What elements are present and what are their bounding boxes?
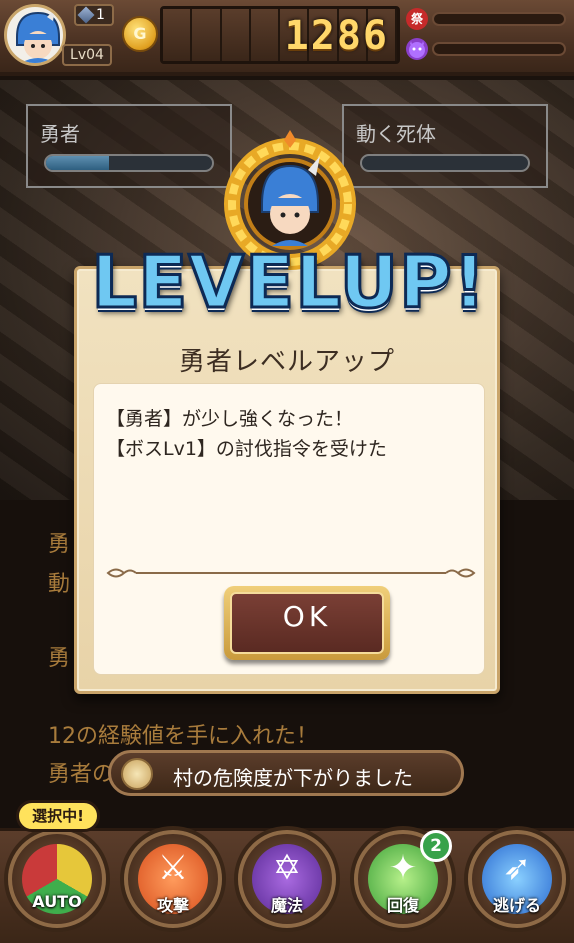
counter-slot (250, 9, 280, 61)
hero-hp-bar (44, 154, 214, 172)
gem-counter: 1 (74, 4, 114, 26)
hero-status-panel: 勇者 (26, 104, 232, 188)
gold-coin-icon: G (122, 16, 158, 52)
counter-slot (221, 9, 251, 61)
heal-label: 回復 (386, 896, 419, 915)
festival-meter: 祭 (406, 8, 568, 30)
gold-counter: 1286 (160, 6, 400, 64)
attack-button[interactable]: ⚔ 攻撃 (124, 830, 222, 928)
selected-tag: 選択中! (16, 800, 100, 832)
festival-icon: 祭 (406, 8, 428, 30)
status-bar: 1 Lv04 G 1286 祭 (0, 0, 574, 76)
demon-meter (406, 38, 568, 60)
dialog-title: 勇者レベルアップ (178, 347, 395, 377)
toast-text: 村の危険度が下がりました (173, 766, 413, 790)
log-line: 勇 (48, 646, 71, 671)
enemy-status-panel: 動く死体 (342, 104, 548, 188)
gold-amount: 1286 (284, 13, 389, 59)
demon-bar (432, 42, 566, 56)
crossed-swords-icon: ⚔ (157, 848, 189, 888)
notification-toast: 村の危険度が下がりました (108, 750, 464, 796)
log-line: 勇 (48, 532, 71, 557)
hero-avatar-icon (16, 9, 60, 63)
levelup-message: 【勇者】が少し強くなった！ (106, 408, 354, 430)
hero-hp-fill (46, 156, 110, 170)
levelup-dialog: 勇者レベルアップ 【勇者】が少し強くなった！ 【ボスLv1】の討伐指令を受けた … (74, 266, 500, 694)
log-line: 12の経験値を手に入れた！ (48, 724, 318, 749)
counter-slot (192, 9, 222, 61)
star-of-david-icon: ✡ (272, 848, 302, 888)
escape-button[interactable]: ➶ 逃げる (468, 830, 566, 928)
running-dash-icon: ➶ (502, 848, 532, 888)
counter-slot (163, 9, 193, 61)
enemy-hp-bar (360, 154, 530, 172)
auto-label: AUTO (32, 892, 82, 911)
log-line: 動 (48, 572, 71, 597)
log-line: 勇者の (48, 762, 115, 787)
level-badge: Lv04 (62, 44, 112, 66)
demon-icon (406, 38, 428, 60)
magic-button[interactable]: ✡ 魔法 (238, 830, 336, 928)
heal-count-badge: 2 (420, 830, 452, 862)
levelup-banner: LEVELUP! (84, 238, 494, 326)
gem-count: 1 (96, 7, 105, 23)
attack-label: 攻撃 (156, 896, 189, 915)
dialog-message-box: 【勇者】が少し強くなった！ 【ボスLv1】の討伐指令を受けた OK (93, 383, 485, 675)
levelup-title-text: LEVELUP! (90, 239, 487, 326)
auto-button[interactable]: AUTO (8, 830, 106, 928)
levelup-message: 【ボスLv1】の討伐指令を受けた (106, 438, 387, 460)
ok-button-label: OK (282, 600, 332, 633)
ok-button[interactable]: OK (224, 586, 390, 660)
hero-name: 勇者 (40, 122, 80, 146)
hero-avatar[interactable] (4, 4, 66, 66)
villager-icon (121, 758, 153, 790)
magic-label: 魔法 (270, 896, 303, 915)
festival-bar (432, 12, 566, 26)
escape-label: 逃げる (492, 896, 541, 915)
ornament-divider (106, 568, 476, 578)
enemy-name: 動く死体 (356, 122, 436, 146)
gem-icon (77, 6, 95, 24)
